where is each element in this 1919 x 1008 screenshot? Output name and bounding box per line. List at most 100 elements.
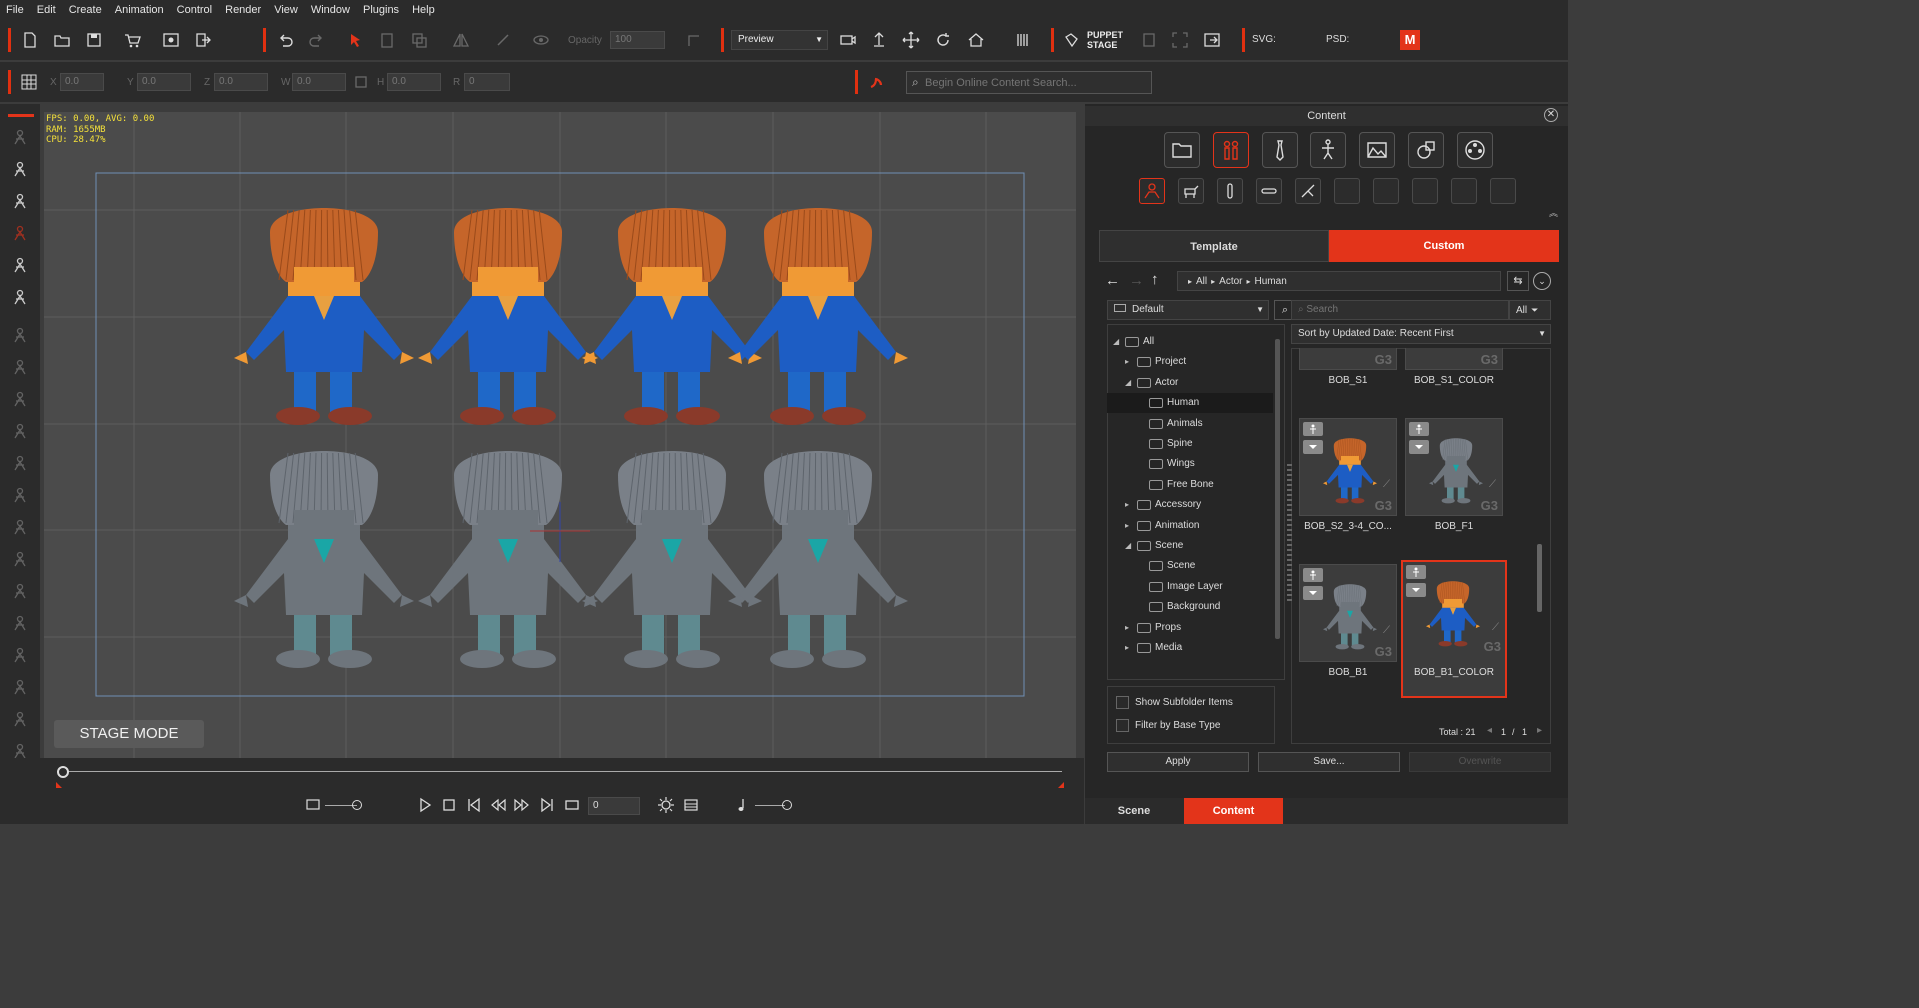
tree-item[interactable]: ◢ Scene xyxy=(1107,536,1273,556)
forward-arrow-icon[interactable]: → xyxy=(1129,272,1144,289)
morph-icon[interactable] xyxy=(9,420,31,442)
stage-mode-badge[interactable]: STAGE MODE xyxy=(54,720,204,748)
h-field[interactable]: 0.0 xyxy=(387,73,441,91)
accessory-category-icon[interactable] xyxy=(1262,132,1298,168)
content-search-input[interactable] xyxy=(1306,304,1487,315)
menu-create[interactable]: Create xyxy=(69,4,102,16)
menu-view[interactable]: View xyxy=(274,4,298,16)
tree-item[interactable]: ◢ Actor xyxy=(1107,373,1273,393)
stage-viewport[interactable] xyxy=(44,112,1076,758)
timeline-list-icon[interactable] xyxy=(680,794,702,816)
layers-icon[interactable] xyxy=(9,612,31,634)
collapsed-chevron-icon[interactable]: ▸ xyxy=(1125,618,1137,638)
tree-item[interactable]: Scene xyxy=(1107,556,1273,576)
face-icon[interactable] xyxy=(9,452,31,474)
bone-subcategory-icon[interactable] xyxy=(1256,178,1282,204)
tab-template[interactable]: Template xyxy=(1099,230,1329,262)
bone-tool-icon[interactable] xyxy=(9,158,31,180)
tree-item[interactable]: ▸ Project xyxy=(1107,352,1273,372)
save-icon[interactable] xyxy=(83,29,105,51)
breadcrumb-item[interactable]: Actor xyxy=(1219,276,1242,287)
new-file-icon[interactable] xyxy=(19,29,41,51)
tree-item[interactable]: Image Layer xyxy=(1107,577,1273,597)
motion-category-icon[interactable] xyxy=(1310,132,1346,168)
menu-control[interactable]: Control xyxy=(177,4,212,16)
online-search-input[interactable] xyxy=(925,74,1147,91)
transform-icon[interactable] xyxy=(9,548,31,570)
lock-ratio-icon[interactable] xyxy=(350,71,372,93)
bottom-tab-content[interactable]: Content xyxy=(1184,798,1283,824)
free-bone-subcategory-icon[interactable] xyxy=(1295,178,1321,204)
grid-snap-icon[interactable] xyxy=(18,71,40,93)
next-page-icon[interactable]: ▸ xyxy=(1537,725,1542,736)
preview-window-icon[interactable] xyxy=(160,29,182,51)
y-field[interactable]: 0.0 xyxy=(137,73,191,91)
fullscreen-icon[interactable] xyxy=(1169,29,1191,51)
deform-tool-icon[interactable] xyxy=(9,222,31,244)
breadcrumb-item[interactable]: All xyxy=(1196,276,1207,287)
collapsed-chevron-icon[interactable]: ▸ xyxy=(1125,495,1137,515)
text-tool-icon[interactable] xyxy=(9,254,31,276)
menu-plugins[interactable]: Plugins xyxy=(363,4,399,16)
scene-category-icon[interactable] xyxy=(1359,132,1395,168)
overwrite-button[interactable]: Overwrite xyxy=(1409,752,1551,772)
splitter-handle[interactable] xyxy=(1287,464,1292,604)
online-search-box[interactable]: ⌕ xyxy=(906,71,1152,94)
anchor-move-icon[interactable] xyxy=(868,29,890,51)
content-item[interactable]: G3 xyxy=(1405,348,1503,370)
play-icon[interactable] xyxy=(414,794,436,816)
render-icon[interactable] xyxy=(9,484,31,506)
go-start-icon[interactable] xyxy=(463,794,485,816)
grid-scrollbar[interactable] xyxy=(1537,544,1542,612)
move-icon[interactable] xyxy=(900,29,922,51)
content-store-icon[interactable] xyxy=(866,71,888,93)
brush-icon[interactable] xyxy=(9,676,31,698)
tree-item[interactable]: Wings xyxy=(1107,454,1273,474)
menu-edit[interactable]: Edit xyxy=(37,4,56,16)
close-panel-icon[interactable]: ✕ xyxy=(1544,108,1558,122)
open-folder-icon[interactable] xyxy=(51,29,73,51)
speed-slider-handle[interactable] xyxy=(352,800,362,810)
layer-tool-icon[interactable] xyxy=(9,190,31,212)
content-search-box[interactable]: ⌕ xyxy=(1291,300,1509,320)
prev-page-icon[interactable]: ◂ xyxy=(1487,725,1492,736)
output-icon[interactable] xyxy=(1201,29,1223,51)
motion-icon[interactable] xyxy=(9,356,31,378)
show-subfolder-checkbox[interactable] xyxy=(1116,696,1129,709)
content-item[interactable]: G3 ⟋ xyxy=(1405,418,1503,516)
tree-item[interactable]: ▸ Media xyxy=(1107,638,1273,658)
home-icon[interactable] xyxy=(965,29,987,51)
expanded-chevron-icon[interactable]: ◢ xyxy=(1125,373,1137,393)
menu-file[interactable]: File xyxy=(6,4,24,16)
character-tool-icon[interactable] xyxy=(9,126,31,148)
timeline-track[interactable] xyxy=(62,771,1062,772)
menu-help[interactable]: Help xyxy=(412,4,435,16)
tab-custom[interactable]: Custom xyxy=(1329,230,1559,262)
x-field[interactable]: 0.0 xyxy=(60,73,104,91)
human-subcategory-icon[interactable] xyxy=(1139,178,1165,204)
sort-select[interactable]: Sort by Updated Date: Recent First ▼ xyxy=(1291,324,1551,344)
duplicate-icon[interactable] xyxy=(408,29,430,51)
undo-icon[interactable] xyxy=(274,29,296,51)
loop-icon[interactable] xyxy=(561,794,583,816)
tree-item[interactable]: ▸ Accessory xyxy=(1107,495,1273,515)
select-arrow-icon[interactable] xyxy=(345,29,367,51)
grid-icon[interactable] xyxy=(9,580,31,602)
menu-window[interactable]: Window xyxy=(311,4,350,16)
tree-item[interactable]: ◢ All xyxy=(1107,332,1273,352)
mesh-icon[interactable] xyxy=(9,644,31,666)
tree-item[interactable]: Background xyxy=(1107,597,1273,617)
puppet-stage-icon[interactable] xyxy=(1061,29,1083,51)
bottom-tab-scene[interactable]: Scene xyxy=(1085,798,1183,824)
tree-item[interactable]: Free Bone xyxy=(1107,475,1273,495)
frame-field[interactable]: 0 xyxy=(588,797,640,815)
props-category-icon[interactable] xyxy=(1408,132,1444,168)
tree-item[interactable]: ▸ Props xyxy=(1107,618,1273,638)
speed-icon[interactable] xyxy=(302,794,324,816)
menu-animation[interactable]: Animation xyxy=(115,4,164,16)
render-mode-select[interactable]: Preview ▼ xyxy=(731,30,828,50)
camera-icon[interactable] xyxy=(837,29,859,51)
align-icon[interactable] xyxy=(9,708,31,730)
settings-gear-icon[interactable] xyxy=(655,794,677,816)
filter-preset-select[interactable]: Default ▼ xyxy=(1107,300,1269,320)
